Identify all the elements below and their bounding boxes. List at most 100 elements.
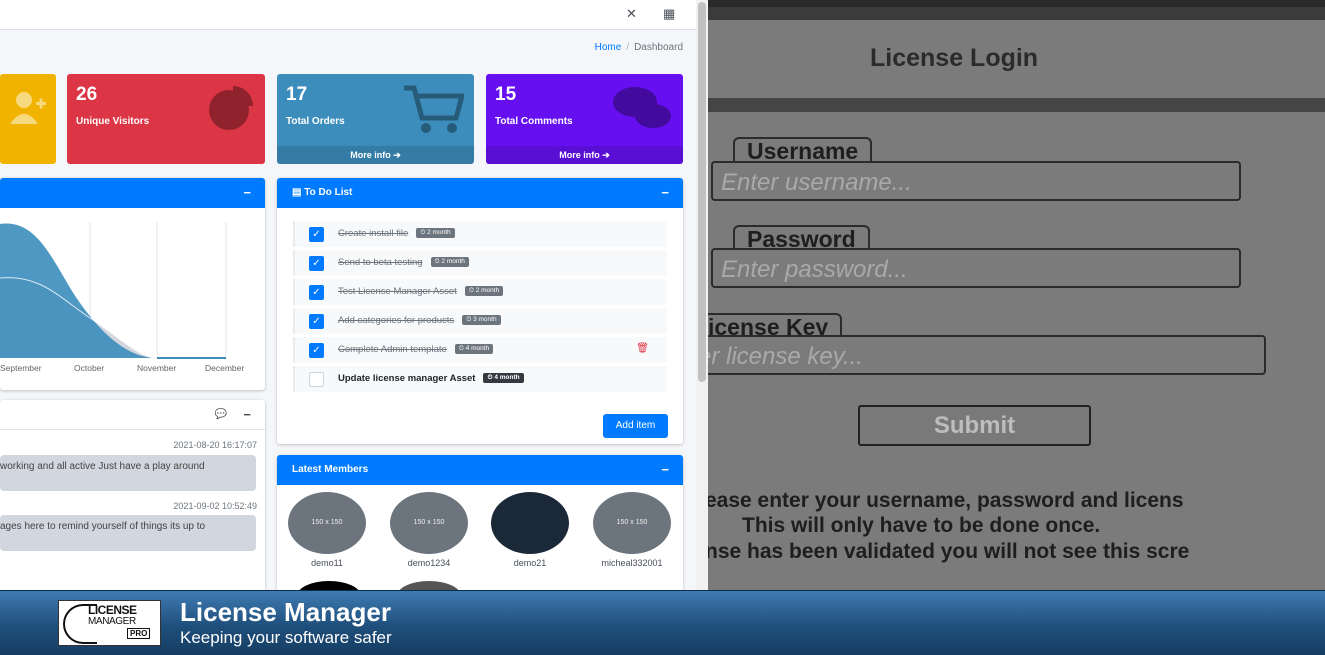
fullscreen-icon[interactable]: ✕	[626, 6, 637, 22]
info-box-new-members	[0, 74, 56, 164]
user-plus-icon	[10, 92, 46, 124]
more-info-label: More info	[559, 150, 600, 160]
sales-chart-header: −	[0, 178, 265, 208]
direct-chat-header: 💬 −	[0, 400, 265, 430]
chart-x-label: October	[74, 363, 104, 373]
todo-text: Update license manager Asset	[338, 373, 476, 384]
todo-text-wrap: Add categories for products ⏲ 3 month	[338, 315, 501, 326]
todo-time-badge: ⏲ 4 month	[483, 373, 524, 384]
avatar[interactable]	[397, 581, 461, 590]
todo-item[interactable]: ✓ Test License Manager Asset ⏲ 2 month	[293, 279, 667, 305]
logo-badge: PRO	[127, 628, 151, 639]
todo-text-wrap: Create install file ⏲ 2 month	[338, 228, 455, 239]
todo-text-wrap: Complete Admin template ⏲ 4 month	[338, 344, 494, 355]
scrollbar[interactable]	[696, 0, 708, 590]
todo-badge-text: 4 month	[494, 374, 520, 382]
todo-checkbox[interactable]: ✓	[309, 314, 324, 329]
todo-badge-text: 2 month	[427, 229, 451, 237]
more-info-link[interactable]: More info ➔	[277, 146, 474, 164]
password-placeholder: Enter password...	[721, 256, 908, 283]
banner-subtitle: Keeping your software safer	[180, 628, 392, 647]
todo-checkbox[interactable]: ✓	[309, 227, 324, 242]
unique-visitors-count: 26	[76, 84, 98, 105]
license-key-placeholder: er license key...	[708, 343, 863, 370]
chart-x-label: December	[205, 363, 244, 373]
todo-item[interactable]: ✓ Complete Admin template ⏲ 4 month 🗑	[293, 337, 667, 363]
minimize-icon[interactable]: −	[661, 178, 669, 208]
comments-toggle-icon[interactable]: 💬	[215, 400, 227, 430]
todo-item[interactable]: ✓ Send to beta testing ⏲ 2 month	[293, 250, 667, 276]
add-item-button[interactable]: Add item	[603, 414, 668, 438]
more-info-link[interactable]: More info ➔	[486, 146, 683, 164]
dashboard-panel: ✕ ▦ Home / Dashboard 26 Unique Visitors 17…	[0, 0, 708, 590]
todo-time-badge: ⏲ 2 month	[464, 286, 504, 297]
chat-timestamp: 2021-09-02 10:52:49	[173, 501, 257, 511]
chart-x-label: September	[0, 363, 42, 373]
more-info-label: More info	[350, 150, 391, 160]
pie-chart-icon	[209, 86, 253, 130]
total-orders-label: Total Orders	[286, 116, 345, 127]
unique-visitors-label: Unique Visitors	[76, 116, 150, 127]
avatar: 150 x 150	[390, 492, 468, 554]
minimize-icon[interactable]: −	[661, 455, 669, 485]
username-label: Username	[733, 137, 873, 163]
todo-badge-text: 4 month	[465, 345, 490, 353]
login-top-strip-dark	[708, 0, 1325, 7]
todo-time-badge: ⏲ 4 month	[454, 344, 494, 355]
submit-button[interactable]: Submit	[858, 405, 1091, 446]
logo-line2: MANAGER	[88, 616, 136, 627]
todo-checkbox[interactable]	[309, 372, 324, 387]
product-banner: LICENSE MANAGER PRO License Manager Keep…	[0, 590, 1325, 655]
sales-chart-card: − September October November December	[0, 178, 265, 390]
todo-item[interactable]: Update license manager Asset ⏲ 4 month	[293, 366, 667, 392]
trash-icon[interactable]: 🗑	[636, 343, 649, 354]
username-field[interactable]: Enter username...	[711, 161, 1241, 201]
todo-title: To Do List	[304, 187, 353, 198]
chat-message: working and all active Just have a play …	[0, 455, 256, 491]
breadcrumb-current: Dashboard	[634, 42, 683, 53]
todo-checkbox[interactable]: ✓	[309, 256, 324, 271]
member-item[interactable]: 150 x 150 micheal332001	[592, 492, 672, 568]
chat-timestamp: 2021-08-20 16:17:07	[173, 440, 257, 450]
todo-list-icon: ▤	[292, 187, 302, 198]
login-divider	[708, 98, 1325, 112]
grid-icon[interactable]: ▦	[663, 6, 675, 22]
minimize-icon[interactable]: −	[243, 400, 251, 430]
todo-checkbox[interactable]: ✓	[309, 343, 324, 358]
minimize-icon[interactable]: −	[243, 178, 251, 208]
todo-checkbox[interactable]: ✓	[309, 285, 324, 300]
todo-badge-text: 2 month	[475, 287, 500, 295]
member-item[interactable]: demo21	[490, 492, 570, 568]
scrollbar-thumb[interactable]	[698, 2, 706, 382]
todo-item[interactable]: ✓ Add categories for products ⏲ 3 month	[293, 308, 667, 334]
todo-badge-text: 2 month	[441, 258, 465, 266]
todo-text-wrap: Test License Manager Asset ⏲ 2 month	[338, 286, 504, 297]
todo-text: Create install file	[338, 228, 409, 239]
login-note-line: This will only have to be done once.	[742, 514, 1101, 537]
member-item[interactable]: 150 x 150 demo11	[287, 492, 367, 568]
latest-members-card: Latest Members − 150 x 150 demo11 150 x …	[277, 455, 683, 590]
sales-area-chart: September October November December	[0, 222, 244, 373]
comments-icon	[613, 87, 671, 128]
license-key-field[interactable]: er license key...	[708, 335, 1266, 375]
avatar[interactable]	[297, 581, 361, 590]
total-comments-count: 15	[495, 84, 517, 105]
total-comments-label: Total Comments	[495, 116, 573, 127]
logo-line1: LICENSE	[88, 603, 137, 617]
todo-item[interactable]: ✓ Create install file ⏲ 2 month	[293, 221, 667, 247]
todo-text: Complete Admin template	[338, 344, 447, 355]
breadcrumb: Home / Dashboard	[595, 42, 683, 53]
username-placeholder: Enter username...	[721, 169, 912, 196]
todo-time-badge: ⏲ 2 month	[430, 257, 469, 268]
breadcrumb-home-link[interactable]: Home	[595, 42, 622, 53]
todo-text: Add categories for products	[338, 315, 455, 326]
todo-text: Send to beta testing	[338, 257, 423, 268]
todo-badge-text: 3 month	[473, 316, 497, 324]
direct-chat-card: 💬 − 2021-08-20 16:17:07 working and all …	[0, 400, 265, 590]
arrow-circle-right-icon: ➔	[602, 150, 610, 160]
chart-x-label: November	[137, 363, 176, 373]
todo-text-wrap: Send to beta testing ⏲ 2 month	[338, 257, 469, 268]
info-box-unique-visitors: 26 Unique Visitors	[67, 74, 265, 164]
password-field[interactable]: Enter password...	[711, 248, 1241, 288]
member-item[interactable]: 150 x 150 demo1234	[389, 492, 469, 568]
